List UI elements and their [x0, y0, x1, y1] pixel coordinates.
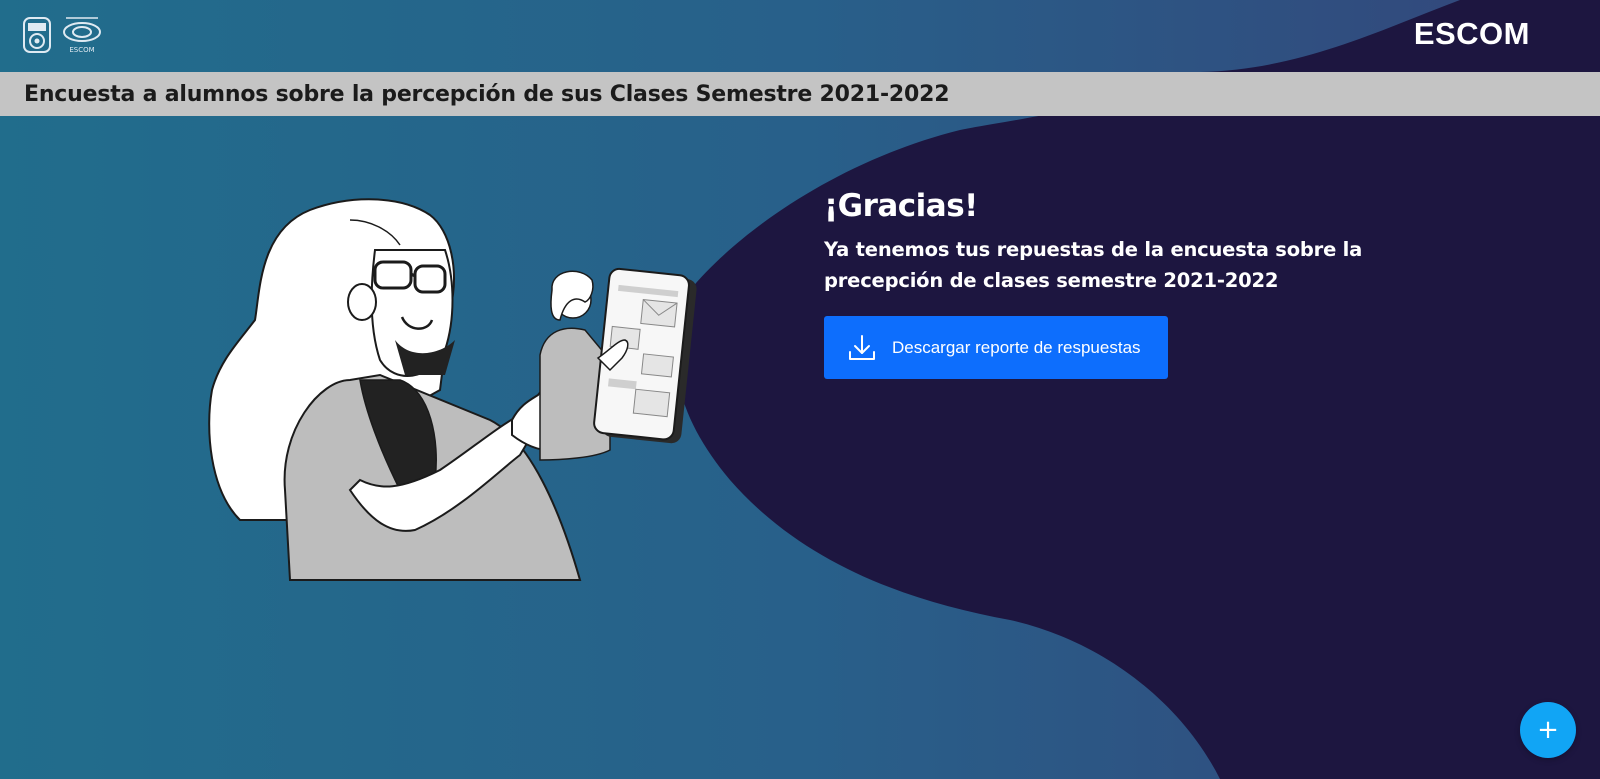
- top-bar: ESCOM ESCOM: [0, 0, 1600, 72]
- plus-icon: +: [1537, 715, 1559, 745]
- brand-title[interactable]: ESCOM: [1414, 16, 1530, 52]
- download-icon: [849, 334, 875, 360]
- thank-you-panel: ¡Gracias! Ya tenemos tus repuestas de la…: [824, 188, 1384, 379]
- thank-you-message: Ya tenemos tus repuestas de la encuesta …: [824, 238, 1363, 292]
- survey-title: Encuesta a alumnos sobre la percepción d…: [24, 81, 950, 107]
- download-report-label: Descargar reporte de respuestas: [892, 337, 1141, 357]
- thank-you-heading: ¡Gracias!: [824, 188, 978, 224]
- escom-logo-text: ESCOM: [69, 46, 94, 54]
- ipn-logo[interactable]: [22, 14, 52, 56]
- thank-you-illustration: [208, 198, 697, 581]
- download-report-button[interactable]: Descargar reporte de respuestas: [824, 316, 1168, 379]
- logo-group: ESCOM: [22, 14, 104, 56]
- floating-add-button[interactable]: +: [1520, 702, 1576, 758]
- escom-logo[interactable]: ESCOM: [60, 14, 104, 56]
- survey-title-bar: Encuesta a alumnos sobre la percepción d…: [0, 72, 1600, 116]
